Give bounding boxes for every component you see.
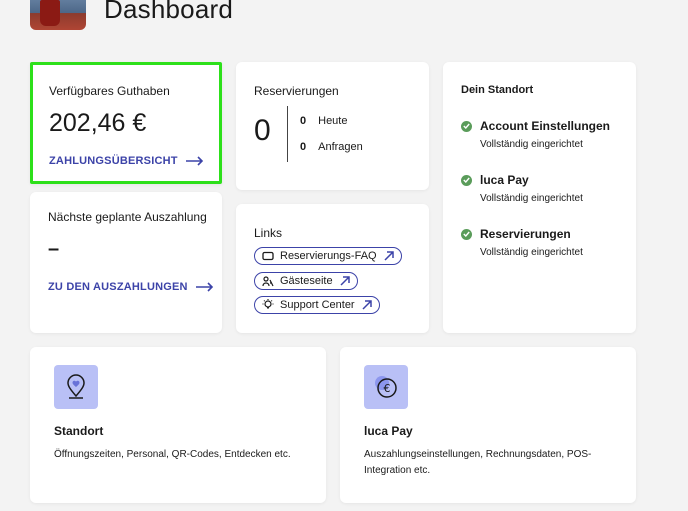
ticket-icon	[262, 251, 274, 261]
today-count: 0	[300, 115, 307, 127]
reservations-label: Reservierungen	[254, 84, 339, 98]
payouts-link-label: ZU DEN AUSZAHLUNGEN	[48, 281, 188, 293]
today-label: Heute	[318, 115, 348, 127]
luca-pay-title: luca Pay	[480, 173, 529, 187]
luca-pay-tile[interactable]: € luca Pay Auszahlungseinstellungen, Rec…	[340, 347, 636, 503]
payouts-link[interactable]: ZU DEN AUSZAHLUNGEN	[48, 281, 214, 293]
reservations-today: 0 Heute	[300, 115, 347, 127]
payout-card: Nächste geplante Auszahlung – ZU DEN AUS…	[30, 192, 222, 333]
reservation-faq-label: Reservierungs-FAQ	[280, 250, 377, 262]
payout-value: –	[48, 238, 60, 260]
check-icon	[461, 174, 472, 186]
luca-pay-status: Vollständig eingerichtet	[480, 193, 583, 204]
guest-page-link[interactable]: Gästeseite	[254, 272, 358, 290]
balance-amount: 202,46 €	[49, 109, 147, 137]
page-title: Dashboard	[104, 0, 233, 24]
reservations-item-title: Reservierungen	[480, 227, 571, 241]
location-pin-icon	[54, 365, 98, 409]
location-title: Dein Standort	[461, 84, 534, 96]
external-arrow-icon	[384, 251, 394, 261]
luca-pay-tile-title: luca Pay	[364, 424, 413, 438]
location-thumbnail	[30, 0, 86, 30]
links-label: Links	[254, 226, 283, 240]
luca-pay-tile-description: Auszahlungseinstellungen, Rechnungsdaten…	[364, 449, 592, 476]
external-arrow-icon	[340, 276, 350, 286]
account-settings-item[interactable]: Account Einstellungen Vollständig einger…	[461, 119, 610, 150]
reservations-item-status: Vollständig eingerichtet	[480, 247, 583, 258]
euro-coin-icon: €	[364, 365, 408, 409]
links-card: Links Reservierungs-FAQ Gästeseite Suppo…	[236, 204, 429, 333]
reservation-faq-link[interactable]: Reservierungs-FAQ	[254, 247, 402, 265]
payment-overview-label: ZAHLUNGSÜBERSICHT	[49, 155, 178, 167]
reservations-item[interactable]: Reservierungen Vollständig eingerichtet	[461, 227, 583, 258]
reservations-requests: 0 Anfragen	[300, 141, 363, 153]
luca-pay-item[interactable]: luca Pay Vollständig eingerichtet	[461, 173, 583, 204]
payment-overview-link[interactable]: ZAHLUNGSÜBERSICHT	[49, 155, 204, 167]
lightbulb-icon	[262, 299, 274, 309]
account-settings-title: Account Einstellungen	[480, 119, 611, 133]
payout-label: Nächste geplante Auszahlung	[48, 210, 207, 224]
requests-label: Anfragen	[318, 141, 363, 153]
balance-card: Verfügbares Guthaben 202,46 € ZAHLUNGSÜB…	[30, 62, 222, 184]
svg-text:€: €	[384, 382, 391, 395]
guests-icon	[262, 275, 274, 286]
guest-page-label: Gästeseite	[280, 275, 333, 287]
location-card: Dein Standort Account Einstellungen Voll…	[443, 62, 636, 333]
balance-label: Verfügbares Guthaben	[49, 84, 170, 98]
reservations-card[interactable]: Reservierungen 0 0 Heute 0 Anfragen	[236, 62, 429, 190]
check-icon	[461, 228, 472, 240]
divider	[287, 106, 288, 162]
support-center-label: Support Center	[280, 299, 355, 311]
arrow-right-icon	[185, 156, 203, 166]
support-center-link[interactable]: Support Center	[254, 296, 380, 314]
external-arrow-icon	[362, 300, 372, 310]
arrow-right-icon	[195, 282, 213, 292]
requests-count: 0	[300, 141, 307, 153]
standort-tile[interactable]: Standort Öffnungszeiten, Personal, QR-Co…	[30, 347, 326, 503]
standort-description: Öffnungszeiten, Personal, QR-Codes, Entd…	[54, 449, 291, 460]
account-settings-status: Vollständig eingerichtet	[480, 139, 583, 150]
standort-title: Standort	[54, 424, 104, 438]
check-icon	[461, 120, 472, 132]
reservations-total: 0	[254, 114, 271, 147]
